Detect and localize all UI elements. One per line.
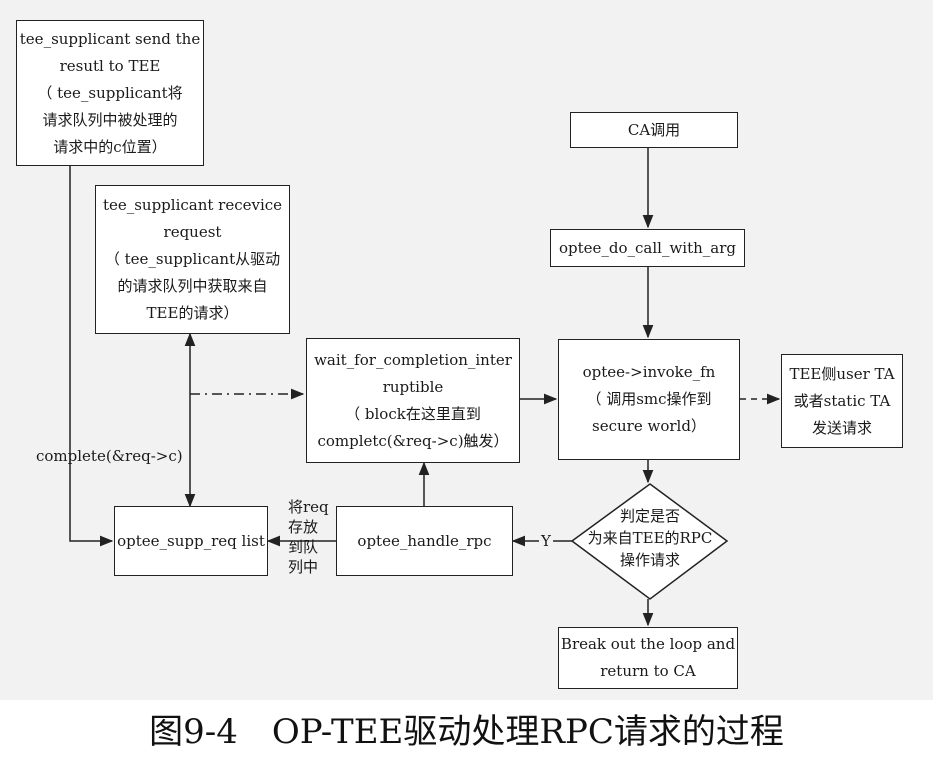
send-result-line-1: tee_supplicant send the <box>19 29 201 48</box>
diagram-canvas: tee_supplicant send the resutl to TEE （ … <box>0 0 933 700</box>
decision-line-2: 为来自TEE的RPC <box>587 529 713 547</box>
wait-line-2: ruptible <box>382 377 444 396</box>
break-out-line-2: return to CA <box>600 662 696 680</box>
node-break-out: Break out the loop and return to CA <box>558 627 738 689</box>
tee-side-line-1: TEE侧user TA <box>789 364 895 383</box>
node-send-result: tee_supplicant send the resutl to TEE （ … <box>16 20 204 166</box>
store-queue-line-2: 存放 <box>288 518 319 536</box>
receive-request-line-3: （ tee_supplicant从驱动 <box>104 250 281 268</box>
tee-side-line-2: 或者static TA <box>793 391 891 410</box>
send-result-line-3: （ tee_supplicant将 <box>37 83 183 102</box>
figure-caption: 图9-4 OP-TEE驱动处理RPC请求的过程 <box>149 712 784 752</box>
store-queue-line-1: 将req <box>288 498 329 516</box>
invoke-line-3: secure world） <box>592 417 706 435</box>
node-ca-call: CA调用 <box>570 112 738 148</box>
node-wait-for-completion: wait_for_completion_inter ruptible （ blo… <box>306 338 520 463</box>
node-decision: 判定是否 为来自TEE的RPC 操作请求 <box>585 505 715 571</box>
break-out-line-1: Break out the loop and <box>560 635 736 653</box>
tee-side-line-3: 发送请求 <box>811 418 872 437</box>
node-receive-request: tee_supplicant recevice request （ tee_su… <box>95 185 290 334</box>
decision-line-3: 操作请求 <box>619 551 680 569</box>
receive-request-line-4: 的请求队列中获取来自 <box>117 277 268 295</box>
decision-line-1: 判定是否 <box>619 507 680 525</box>
wait-line-1: wait_for_completion_inter <box>314 350 512 369</box>
invoke-line-2: （ 调用smc操作到 <box>586 390 712 408</box>
receive-request-line-2: request <box>163 223 222 241</box>
ca-call-label: CA调用 <box>627 120 681 139</box>
edge-label-yes: Y <box>539 531 553 552</box>
send-result-line-5: 请求中的c位置） <box>53 137 167 156</box>
edge-label-store-queue: 将req 存放 到队 列中 <box>288 497 329 577</box>
do-call-with-arg-label: optee_do_call_with_arg <box>558 238 737 257</box>
node-handle-rpc: optee_handle_rpc <box>336 506 513 576</box>
store-queue-line-3: 到队 <box>288 538 319 556</box>
supp-req-list-label: optee_supp_req list <box>117 531 265 550</box>
node-tee-side: TEE侧user TA 或者static TA 发送请求 <box>781 354 903 448</box>
invoke-line-1: optee->invoke_fn <box>582 363 716 381</box>
edge-label-complete: complete(&req->c) <box>36 447 183 465</box>
send-result-line-2: resutl to TEE <box>59 56 161 75</box>
receive-request-line-1: tee_supplicant recevice <box>102 196 283 214</box>
send-result-line-4: 请求队列中被处理的 <box>42 110 178 129</box>
node-do-call-with-arg: optee_do_call_with_arg <box>550 229 745 267</box>
node-supp-req-list: optee_supp_req list <box>114 506 268 576</box>
store-queue-line-4: 列中 <box>288 558 319 576</box>
wait-line-3: （ block在这里直到 <box>345 404 481 423</box>
node-invoke-fn: optee->invoke_fn （ 调用smc操作到 secure world… <box>558 339 740 460</box>
receive-request-line-5: TEE的请求） <box>146 304 239 322</box>
handle-rpc-label: optee_handle_rpc <box>357 531 492 550</box>
wait-line-4: completc(&req->c)触发） <box>317 431 509 450</box>
